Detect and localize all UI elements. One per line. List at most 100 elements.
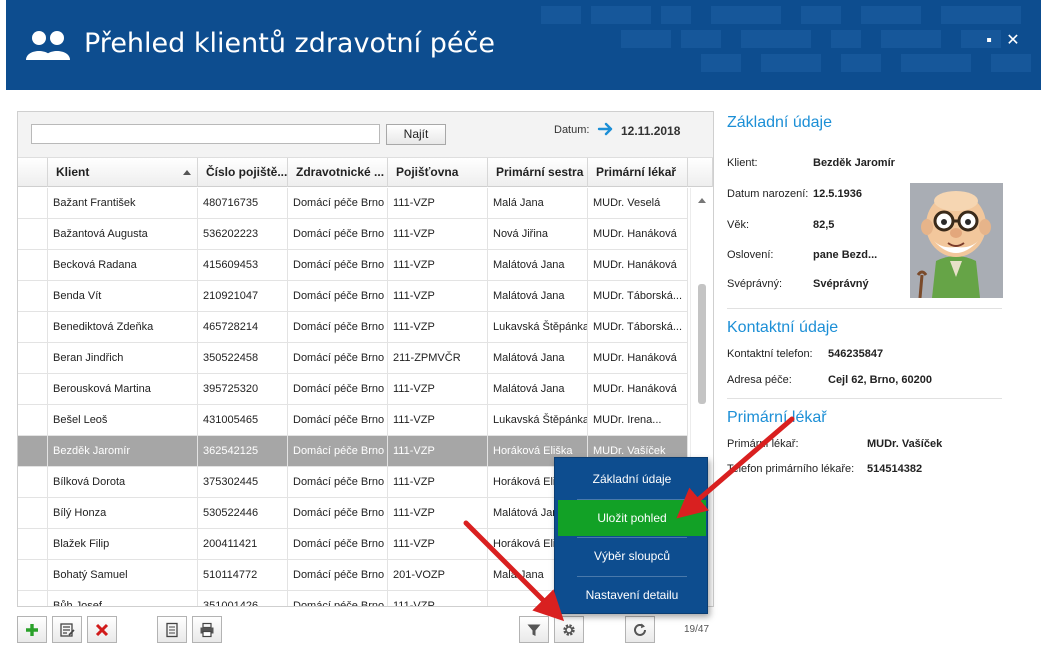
detail-value: 12.5.1936 [813, 188, 862, 200]
scroll-up-icon[interactable] [698, 198, 706, 203]
cell-primary-nurse: Lukavská Štěpánka [488, 312, 588, 343]
row-indicator[interactable] [18, 436, 48, 467]
column-header-provider[interactable]: Zdravotnické ... [288, 158, 388, 187]
basic-info-title: Základní údaje [727, 114, 832, 131]
close-button[interactable]: ✕ [1006, 33, 1020, 49]
cell-client: Berousková Martina [48, 374, 198, 405]
table-row[interactable]: Bažantová Augusta 536202223 Domácí péče Br… [18, 219, 688, 250]
table-row[interactable]: Bešel Leoš 431005465 Domácí péče Brno 111-V… [18, 405, 688, 436]
add-button[interactable] [17, 616, 47, 643]
table-row[interactable]: Beran Jindřich 350522458 Domácí péče Brno 2… [18, 343, 688, 374]
menu-item-save-view[interactable]: Uložit pohled [558, 499, 706, 536]
cell-insurance-number: 415609453 [198, 250, 288, 281]
client-photo [910, 183, 1003, 298]
primary-doctor-title: Primární lékař [727, 409, 827, 426]
scroll-thumb[interactable] [698, 284, 706, 404]
cell-primary-doctor: MUDr. Irena... [588, 405, 688, 436]
row-indicator[interactable] [18, 467, 48, 498]
row-indicator[interactable] [18, 188, 48, 219]
cell-insurer: 111-VZP [388, 591, 488, 606]
row-indicator[interactable] [18, 405, 48, 436]
grandpa-avatar-icon [910, 183, 1003, 298]
cell-insurance-number: 480716735 [198, 188, 288, 219]
menu-item-detail-settings[interactable]: Nastavení detailu [558, 577, 706, 613]
detail-value: Svéprávný [813, 278, 869, 290]
detail-value: 546235847 [828, 348, 884, 360]
row-indicator[interactable] [18, 560, 48, 591]
column-header-client[interactable]: Klient [48, 158, 198, 187]
cell-client: Benda Vít [48, 281, 198, 312]
table-row[interactable]: Benda Vít 210921047 Domácí péče Brno 111-VZ… [18, 281, 688, 312]
print-button[interactable] [192, 616, 222, 643]
edit-button[interactable] [52, 616, 82, 643]
cell-provider: Domácí péče Brno [288, 219, 388, 250]
find-button[interactable]: Najít [386, 124, 446, 145]
table-row[interactable]: Benediktová Zdeňka 465728214 Domácí péče B… [18, 312, 688, 343]
cell-insurance-number: 510114772 [198, 560, 288, 591]
cell-primary-nurse: Nová Jiřina [488, 219, 588, 250]
cell-insurance-number: 200411421 [198, 529, 288, 560]
cell-provider: Domácí péče Brno [288, 591, 388, 606]
column-header-primary-nurse[interactable]: Primární sestra [488, 158, 588, 187]
menu-item-column-chooser[interactable]: Výběr sloupců [558, 538, 706, 574]
detail-value: 82,5 [813, 219, 835, 231]
row-indicator[interactable] [18, 250, 48, 281]
contact-info-title: Kontaktní údaje [727, 319, 839, 336]
cell-primary-nurse: Malátová Jana [488, 343, 588, 374]
column-header-insurer[interactable]: Pojišťovna [388, 158, 488, 187]
row-indicator[interactable] [18, 343, 48, 374]
cell-provider: Domácí péče Brno [288, 436, 388, 467]
cell-insurer: 111-VZP [388, 498, 488, 529]
detail-value: Cejl 62, Brno, 60200 [828, 374, 932, 386]
cell-insurer: 111-VZP [388, 250, 488, 281]
row-indicator[interactable] [18, 219, 48, 250]
search-input[interactable] [31, 124, 380, 144]
maximize-button[interactable]: ▪ [982, 33, 996, 49]
row-indicator[interactable] [18, 498, 48, 529]
date-value[interactable]: 12.11.2018 [621, 124, 680, 138]
arrow-right-icon[interactable] [597, 120, 615, 138]
delete-button[interactable] [87, 616, 117, 643]
detail-label: Adresa péče: [727, 374, 792, 386]
cell-insurer: 111-VZP [388, 405, 488, 436]
row-indicator[interactable] [18, 374, 48, 405]
table-row[interactable]: Bažant František 480716735 Domácí péče Brn… [18, 188, 688, 219]
document-button[interactable] [157, 616, 187, 643]
filter-icon [527, 624, 541, 636]
row-indicator[interactable] [18, 312, 48, 343]
cell-provider: Domácí péče Brno [288, 250, 388, 281]
detail-value: pane Bezd... [813, 249, 878, 261]
settings-button[interactable] [554, 616, 584, 643]
delete-icon [95, 623, 109, 636]
cell-insurance-number: 465728214 [198, 312, 288, 343]
table-row[interactable]: Berousková Martina 395725320 Domácí péče B… [18, 374, 688, 405]
window-header: Přehled klientů zdravotní péče ▪ ✕ [6, 0, 1041, 90]
cell-primary-doctor: MUDr. Veselá [588, 188, 688, 219]
cell-client: Becková Radana [48, 250, 198, 281]
row-indicator[interactable] [18, 529, 48, 560]
cell-insurer: 111-VZP [388, 529, 488, 560]
printer-icon [200, 622, 214, 637]
cell-insurance-number: 351001426 [198, 591, 288, 606]
cell-insurance-number: 530522446 [198, 498, 288, 529]
settings-context-menu: Základní údaje Uložit pohled Výběr sloupců… [554, 457, 708, 614]
refresh-icon [634, 623, 646, 636]
cell-client: Bezděk Jaromír [48, 436, 198, 467]
cell-provider: Domácí péče Brno [288, 343, 388, 374]
table-row[interactable]: Becková Radana 415609453 Domácí péče Brno 1… [18, 250, 688, 281]
detail-value: MUDr. Vašíček [867, 438, 943, 450]
users-icon [26, 31, 70, 60]
cell-primary-doctor: MUDr. Táborská... [588, 312, 688, 343]
divider [727, 398, 1002, 399]
cell-insurer: 111-VZP [388, 467, 488, 498]
refresh-button[interactable] [625, 616, 655, 643]
row-indicator[interactable] [18, 281, 48, 312]
cell-insurer: 111-VZP [388, 312, 488, 343]
row-indicator[interactable] [18, 591, 48, 606]
filter-button[interactable] [519, 616, 549, 643]
detail-label: Klient: [727, 157, 758, 169]
cell-insurance-number: 362542125 [198, 436, 288, 467]
column-header-primary-doctor[interactable]: Primární lékař [588, 158, 688, 187]
menu-item-basic-info[interactable]: Základní údaje [558, 461, 706, 497]
column-header-insurance-number[interactable]: Číslo pojiště... [198, 158, 288, 187]
